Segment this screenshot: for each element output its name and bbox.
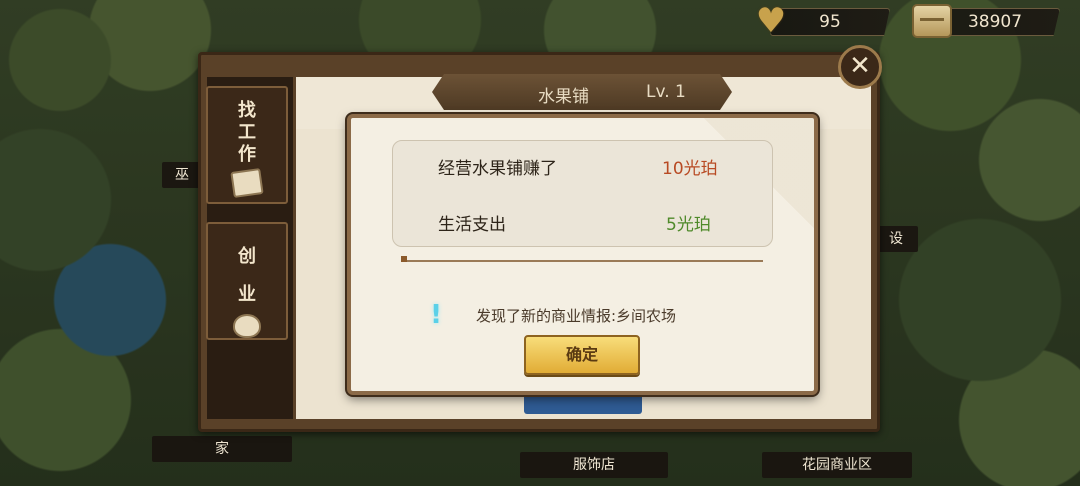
info-icon: ! <box>430 300 442 330</box>
spend-value: 5光珀 <box>666 215 711 235</box>
shop-name: 水果铺 <box>538 87 589 107</box>
divider <box>401 256 763 262</box>
tab-find-job[interactable]: 找 工 作 <box>206 86 288 204</box>
map-label-left[interactable]: 巫 <box>162 162 202 188</box>
shop-level: Lv. 1 <box>646 82 686 102</box>
money-bag-icon <box>233 314 261 338</box>
earn-label: 经营水果铺赚了 <box>438 159 557 179</box>
job-ticket-icon <box>230 168 264 198</box>
tab-job-char-2: 工 <box>238 122 256 143</box>
heart-icon: ♥ <box>755 1 787 41</box>
map-label-clothing[interactable]: 服饰店 <box>520 452 668 478</box>
gold-value: 38907 <box>967 12 1023 32</box>
spend-label: 生活支出 <box>438 215 506 235</box>
confirm-button[interactable]: 确定 <box>524 335 640 375</box>
map-label-home[interactable]: 家 <box>152 436 292 462</box>
close-button[interactable]: ✕ <box>838 45 882 89</box>
tab-biz-char-2: 业 <box>238 284 256 305</box>
info-message: 发现了新的商业情报:乡间农场 <box>476 307 677 325</box>
shop-action-button[interactable] <box>524 392 642 414</box>
tab-startup[interactable]: 创 业 <box>206 222 288 340</box>
tab-job-char-1: 找 <box>238 100 256 121</box>
shop-title-banner: 水果铺 Lv. 1 <box>432 74 732 110</box>
earn-value: 10光珀 <box>662 159 718 179</box>
close-icon: ✕ <box>849 51 871 81</box>
tab-job-char-3: 作 <box>238 144 256 165</box>
map-label-garden[interactable]: 花园商业区 <box>762 452 912 478</box>
chest-icon <box>912 4 952 38</box>
heart-value: 95 <box>819 12 841 32</box>
tab-biz-char-1: 创 <box>238 246 256 267</box>
map-label-right[interactable]: 设 <box>874 226 918 252</box>
